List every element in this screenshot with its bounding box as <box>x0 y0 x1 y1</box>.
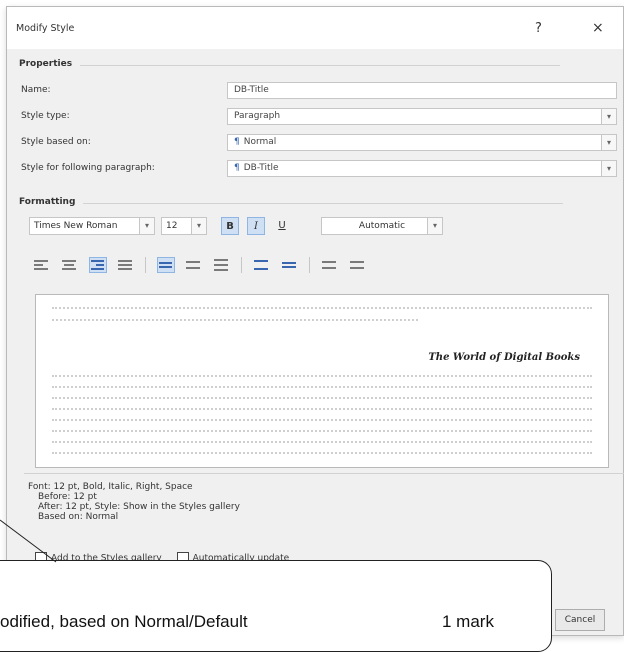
annotation-text: odified, based on Normal/Default <box>0 612 248 631</box>
one-half-spacing-icon[interactable] <box>185 258 201 272</box>
decrease-spacing-icon[interactable] <box>281 258 297 272</box>
align-left-icon[interactable] <box>33 258 49 272</box>
description-line: After: 12 pt, Style: Show in the Styles … <box>38 502 240 512</box>
title-bar: Modify Style ? × <box>7 7 623 49</box>
align-right-icon[interactable] <box>89 257 107 273</box>
underline-button[interactable]: U <box>273 217 291 235</box>
based-on-value: Normal <box>243 137 277 147</box>
following-paragraph-select[interactable]: ¶ DB-Title ▾ <box>227 160 617 177</box>
following-paragraph-label: Style for following paragraph: <box>21 163 155 173</box>
name-field[interactable]: DB-Title <box>227 82 617 99</box>
toolbar-separator <box>145 257 146 273</box>
chevron-down-icon[interactable]: ▾ <box>427 218 442 234</box>
chevron-down-icon[interactable]: ▾ <box>601 135 616 150</box>
following-paragraph-placeholder <box>52 397 592 404</box>
chevron-down-icon[interactable]: ▾ <box>191 218 206 234</box>
style-type-label: Style type: <box>21 111 70 121</box>
following-paragraph-placeholder <box>52 419 592 426</box>
font-color-select[interactable]: Automatic ▾ <box>321 217 443 235</box>
cancel-button[interactable]: Cancel <box>555 609 605 631</box>
description-line: Before: 12 pt <box>38 492 97 502</box>
following-paragraph-placeholder <box>52 441 592 448</box>
decrease-indent-icon[interactable] <box>321 258 337 272</box>
toolbar-separator <box>309 257 310 273</box>
previous-paragraph-placeholder <box>52 319 418 326</box>
following-paragraph-placeholder <box>52 386 592 393</box>
preview-sample-text: The World of Digital Books <box>428 352 580 363</box>
bold-button[interactable]: B <box>221 217 239 235</box>
chevron-down-icon[interactable]: ▾ <box>139 218 154 234</box>
style-description: Font: 12 pt, Bold, Italic, Right, Space … <box>24 473 624 552</box>
font-name-select[interactable]: Times New Roman ▾ <box>29 217 155 235</box>
pilcrow-icon: ¶ <box>234 163 240 173</box>
name-label: Name: <box>21 85 51 95</box>
based-on-select[interactable]: ¶ Normal ▾ <box>227 134 617 151</box>
close-button[interactable]: × <box>592 20 604 36</box>
font-size-value: 12 <box>166 221 178 231</box>
following-paragraph-placeholder <box>52 375 592 382</box>
align-center-icon[interactable] <box>61 258 77 272</box>
chevron-down-icon[interactable]: ▾ <box>601 161 616 176</box>
style-type-select[interactable]: Paragraph ▾ <box>227 108 617 125</box>
double-spacing-icon[interactable] <box>213 258 229 272</box>
pilcrow-icon: ¶ <box>234 137 240 147</box>
annotation-marks: 1 mark <box>442 612 494 631</box>
description-line: Font: 12 pt, Bold, Italic, Right, Space <box>28 482 193 492</box>
font-color-value: Automatic <box>358 221 406 231</box>
single-spacing-icon[interactable] <box>157 257 175 273</box>
font-size-select[interactable]: 12 ▾ <box>161 217 207 235</box>
increase-indent-icon[interactable] <box>349 258 365 272</box>
justify-icon[interactable] <box>117 258 133 272</box>
italic-button[interactable]: I <box>247 217 265 235</box>
modify-style-dialog: Modify Style ? × Properties Name: DB-Tit… <box>6 6 624 636</box>
font-name-value: Times New Roman <box>34 221 118 231</box>
chevron-down-icon[interactable]: ▾ <box>601 109 616 124</box>
based-on-label: Style based on: <box>21 137 91 147</box>
help-button[interactable]: ? <box>535 21 542 36</box>
toolbar-separator <box>241 257 242 273</box>
dialog-title: Modify Style <box>16 23 75 34</box>
description-line: Based on: Normal <box>38 512 119 522</box>
style-preview: The World of Digital Books <box>35 294 609 468</box>
increase-spacing-icon[interactable] <box>253 258 269 272</box>
style-type-value: Paragraph <box>234 111 281 121</box>
following-paragraph-value: DB-Title <box>243 163 279 173</box>
following-paragraph-placeholder <box>52 430 592 437</box>
properties-heading: Properties <box>19 59 561 69</box>
previous-paragraph-placeholder <box>52 307 592 314</box>
following-paragraph-placeholder <box>52 452 592 459</box>
formatting-heading: Formatting <box>19 197 568 207</box>
annotation-callout <box>0 560 552 652</box>
following-paragraph-placeholder <box>52 408 592 415</box>
